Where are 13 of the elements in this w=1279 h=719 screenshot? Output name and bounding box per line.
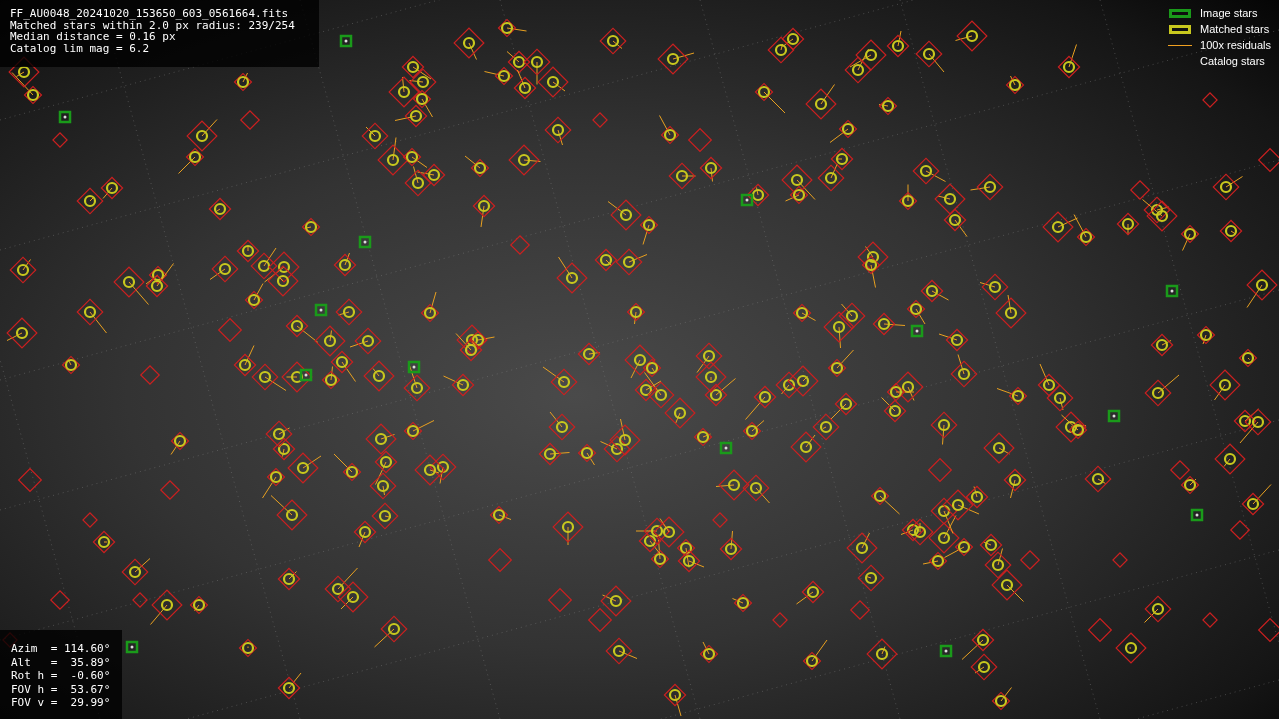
legend-label: Catalog stars bbox=[1200, 54, 1265, 70]
legend-label: Image stars bbox=[1200, 6, 1258, 22]
info-line: FF_AU0048_20241020_153650_603_0561664.fits bbox=[10, 8, 290, 20]
legend-label: 100x residuals bbox=[1200, 38, 1271, 54]
info-line: Median distance = 0.16 px bbox=[10, 31, 176, 43]
legend-label: Matched stars bbox=[1200, 22, 1270, 38]
info-line: Catalog lim mag = 6.2 bbox=[10, 42, 151, 54]
pointing-line: Rot h = -0.60° bbox=[11, 669, 112, 683]
pointing-line: FOV v = 29.99° bbox=[11, 696, 112, 710]
pointing-line: FOV h = 53.67° bbox=[11, 682, 112, 696]
info-line: Matched stars within 2.0 px radius: 239/254 bbox=[10, 19, 296, 31]
pointing-line: Azim = 114.60° bbox=[11, 642, 112, 656]
pointing-line: Alt = 35.89° bbox=[11, 655, 112, 669]
